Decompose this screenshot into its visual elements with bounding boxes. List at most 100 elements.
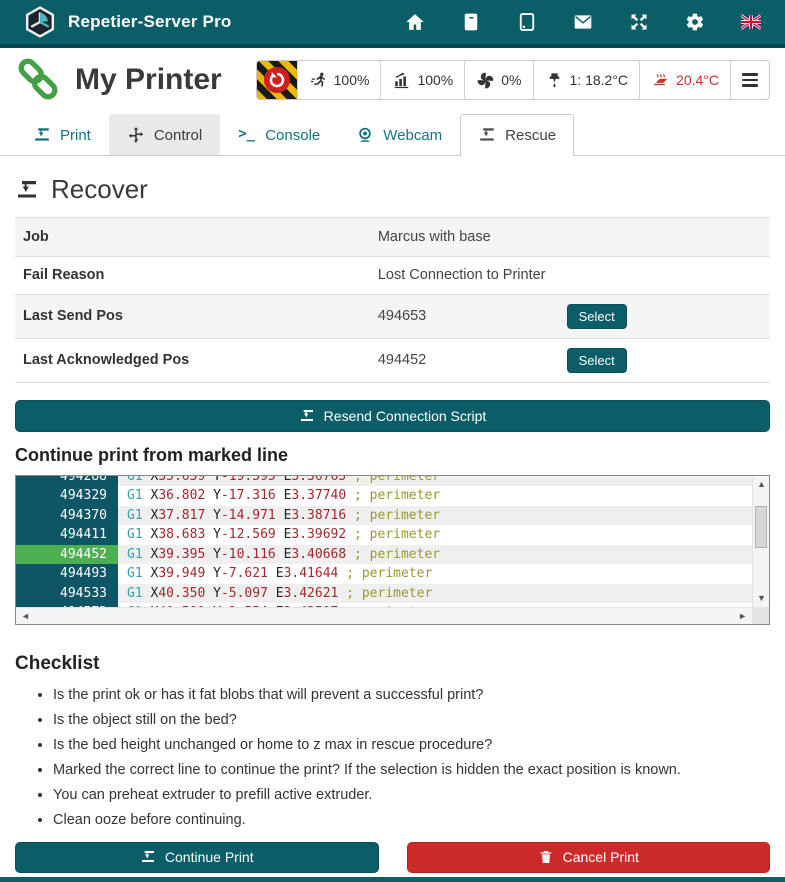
resend-connection-script-button[interactable]: Resend Connection Script bbox=[15, 400, 770, 432]
status-extruder[interactable]: 1: 18.2°C bbox=[533, 61, 640, 99]
checklist-item: Is the print ok or has it fat blobs that… bbox=[53, 685, 770, 705]
checklist-item: Is the bed height unchanged or home to z… bbox=[53, 735, 770, 755]
tab-label: Print bbox=[60, 127, 91, 144]
scroll-down-icon[interactable]: ▼ bbox=[757, 594, 766, 603]
gcode-line[interactable]: 494329G1 X36.802 Y-17.316 E3.37740 ; per… bbox=[16, 486, 752, 506]
status-speed[interactable]: 100% bbox=[297, 61, 381, 99]
printer-icon[interactable] bbox=[461, 12, 481, 32]
printer-icon bbox=[15, 178, 39, 202]
tab-print[interactable]: Print bbox=[15, 114, 109, 155]
gcode-text: G1 X35.659 Y-19.595 E3.36765 ; perimeter bbox=[118, 476, 752, 487]
flag-uk-icon[interactable] bbox=[741, 12, 761, 32]
scrollbar-thumb[interactable] bbox=[755, 506, 767, 548]
gcode-line[interactable]: 494533G1 X40.350 Y-5.097 E3.42621 ; peri… bbox=[16, 584, 752, 604]
param-value: 39.949 bbox=[158, 566, 205, 581]
status-fan[interactable]: 0% bbox=[464, 61, 532, 99]
gcode-line[interactable]: 494452G1 X39.395 Y-10.116 E3.40668 ; per… bbox=[16, 545, 752, 565]
gcode-command: G1 bbox=[127, 566, 143, 581]
gcode-text: G1 X39.949 Y-7.621 E3.41644 ; perimeter bbox=[118, 564, 752, 584]
continue-print-button[interactable]: Continue Print bbox=[15, 842, 379, 873]
tab-label: Webcam bbox=[383, 127, 442, 144]
status-emergency-stop[interactable] bbox=[257, 61, 297, 99]
param-letter: E bbox=[276, 566, 284, 581]
line-number: 494411 bbox=[16, 525, 118, 545]
status-extruder-value: 1: 18.2°C bbox=[570, 72, 629, 88]
param-letter: Y bbox=[213, 527, 221, 542]
param-letter: Y bbox=[213, 476, 221, 484]
tab-control[interactable]: Control bbox=[109, 114, 220, 155]
bottom-actions: Continue Print Cancel Print bbox=[15, 842, 770, 873]
select-button[interactable]: Select bbox=[567, 348, 627, 373]
resend-label: Resend Connection Script bbox=[324, 408, 487, 424]
row-value: 494452 bbox=[370, 338, 559, 382]
home-icon[interactable] bbox=[405, 12, 425, 32]
param-value: 37.817 bbox=[158, 508, 205, 523]
tab-webcam[interactable]: Webcam bbox=[338, 114, 460, 155]
printer-status-bar: 100%100% 0% 1: 18.2°C 20.4°C bbox=[256, 60, 770, 100]
continue-from-line-heading: Continue print from marked line bbox=[15, 445, 770, 466]
hamburger-menu-icon[interactable] bbox=[742, 73, 758, 87]
status-fan-value: 0% bbox=[501, 72, 521, 88]
gcode-comment: ; perimeter bbox=[354, 488, 440, 503]
gcode-line[interactable]: 494493G1 X39.949 Y-7.621 E3.41644 ; peri… bbox=[16, 564, 752, 584]
speed-icon bbox=[309, 71, 328, 90]
param-value: 3.39692 bbox=[291, 527, 346, 542]
envelope-icon[interactable] bbox=[573, 12, 593, 32]
printer-tabbar: Print Control >_ Console Webcam Rescue bbox=[0, 114, 785, 156]
param-letter: Y bbox=[213, 488, 221, 503]
param-value: -12.569 bbox=[221, 527, 276, 542]
gcode-text: G1 X39.395 Y-10.116 E3.40668 ; perimeter bbox=[118, 545, 752, 565]
scroll-up-icon[interactable]: ▲ bbox=[757, 480, 766, 489]
gcode-comment: ; perimeter bbox=[354, 547, 440, 562]
row-label: Job bbox=[15, 218, 370, 256]
printer3d-icon bbox=[478, 126, 496, 144]
tab-console[interactable]: >_ Console bbox=[220, 114, 338, 155]
tab-label: Console bbox=[265, 127, 320, 144]
gcode-command: G1 bbox=[127, 586, 143, 601]
trash-icon bbox=[538, 849, 554, 865]
param-value: -17.316 bbox=[221, 488, 276, 503]
gcode-viewer: 494288G1 X35.659 Y-19.595 E3.36765 ; per… bbox=[15, 475, 770, 625]
status-flow[interactable]: 100% bbox=[380, 61, 464, 99]
scroll-left-icon[interactable]: ◄ bbox=[21, 612, 30, 621]
gear-icon[interactable] bbox=[685, 12, 705, 32]
gcode-comment: ; perimeter bbox=[354, 508, 440, 523]
param-value: 3.36765 bbox=[291, 476, 346, 484]
table-row: Fail ReasonLost Connection to Printer bbox=[15, 256, 770, 294]
recover-heading: Recover bbox=[15, 174, 770, 205]
tablet-icon[interactable] bbox=[517, 12, 537, 32]
horizontal-scrollbar[interactable]: ◄ ► bbox=[16, 607, 752, 624]
checklist-item: Clean ooze before continuing. bbox=[53, 810, 770, 830]
tab-rescue[interactable]: Rescue bbox=[460, 114, 574, 156]
line-number: 494329 bbox=[16, 486, 118, 506]
link-chain-icon bbox=[15, 57, 61, 103]
line-number: 494533 bbox=[16, 584, 118, 604]
row-label: Last Send Pos bbox=[15, 294, 370, 338]
printer-icon bbox=[140, 849, 156, 865]
row-action bbox=[559, 218, 770, 256]
line-number: 494370 bbox=[16, 506, 118, 526]
gcode-line[interactable]: 494370G1 X37.817 Y-14.971 E3.38716 ; per… bbox=[16, 506, 752, 526]
row-label: Fail Reason bbox=[15, 256, 370, 294]
tab-label: Rescue bbox=[505, 127, 556, 144]
row-value: 494653 bbox=[370, 294, 559, 338]
status-menu[interactable] bbox=[730, 61, 769, 99]
gcode-line[interactable]: 494411G1 X38.683 Y-12.569 E3.39692 ; per… bbox=[16, 525, 752, 545]
table-row: JobMarcus with base bbox=[15, 218, 770, 256]
expand-icon[interactable] bbox=[629, 12, 649, 32]
vertical-scrollbar[interactable]: ▲ ▼ bbox=[752, 476, 769, 607]
select-button[interactable]: Select bbox=[567, 304, 627, 329]
printer-icon bbox=[299, 408, 315, 424]
cancel-print-button[interactable]: Cancel Print bbox=[407, 842, 771, 873]
emergency-stop-icon[interactable] bbox=[257, 61, 297, 99]
param-value: 3.41644 bbox=[284, 566, 339, 581]
status-bed[interactable]: 20.4°C bbox=[639, 61, 730, 99]
scroll-right-icon[interactable]: ► bbox=[738, 612, 747, 621]
line-number: 494452 bbox=[16, 545, 118, 565]
console-icon: >_ bbox=[238, 126, 256, 144]
printer3d-icon bbox=[33, 126, 51, 144]
gcode-line[interactable]: 494288G1 X35.659 Y-19.595 E3.36765 ; per… bbox=[16, 476, 752, 487]
checklist: Is the print ok or has it fat blobs that… bbox=[15, 685, 770, 830]
param-value: 36.802 bbox=[158, 488, 205, 503]
param-value: -7.621 bbox=[221, 566, 268, 581]
